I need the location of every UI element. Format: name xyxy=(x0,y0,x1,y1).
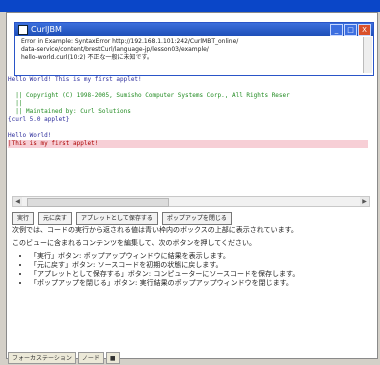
minimize-button[interactable]: _ xyxy=(330,24,343,36)
run-button[interactable]: 実行 xyxy=(12,212,35,225)
instruction-paragraph: 次例では、コードの実行から返される値は青い枠内のボックスの上部に表示されています… xyxy=(12,226,298,234)
list-item: 「元に戻す」ボタン: ソースコードを初期の状態に戻します。 xyxy=(30,261,370,270)
close-button[interactable]: X xyxy=(358,24,371,36)
status-bar: フォーカステーション ノード ■ xyxy=(8,352,120,364)
instructions: 次例では、コードの実行から返される値は青い枠内のボックスの上部に表示されています… xyxy=(12,226,370,288)
restore-button[interactable]: 元に戻す xyxy=(38,212,73,225)
instruction-list: 「実行」ボタン: ポップアップウィンドウに結果を表示します。 「元に戻す」ボタン… xyxy=(12,252,370,288)
popup-line: hello-world.curl(10:2) 不正な一般に未知です。 xyxy=(21,54,153,61)
popup-title: CurlJBM xyxy=(31,25,62,34)
code-line: Hello World! xyxy=(8,132,52,139)
code-comment-line: || Copyright (C) 1998-2005, Sumisho Comp… xyxy=(8,92,290,99)
window-titlebar xyxy=(0,0,380,12)
code-editor[interactable]: Hello World! This is my first applet! ||… xyxy=(8,76,368,194)
status-tab-extra[interactable]: ■ xyxy=(105,352,120,364)
popup-titlebar[interactable]: CurlJBM _ □ X xyxy=(15,23,373,36)
close-popup-button[interactable]: ポップアップを閉じる xyxy=(161,212,232,225)
highlighted-code-line: |This is my first applet! xyxy=(8,140,368,148)
code-line: {curl 5.0 applet} xyxy=(8,116,70,123)
result-popup: CurlJBM _ □ X Error in Example: SyntaxEr… xyxy=(14,22,374,76)
instruction-paragraph: このビューに含まれるコンテンツを編集して、次のボタンを押してください。 xyxy=(12,239,257,247)
code-comment-line: || xyxy=(8,100,23,107)
editor-toolbar: 実行 元に戻す アプレットとして保存する ポップアップを閉じる xyxy=(12,212,232,225)
popup-line: Error in Example: SyntaxError http://192… xyxy=(21,38,239,45)
app-icon xyxy=(18,24,28,35)
status-tab-node[interactable]: ノード xyxy=(77,352,104,364)
scroll-left-icon[interactable]: ◀ xyxy=(13,197,22,206)
list-item: 「ポップアップを閉じる」ボタン: 実行結果のポップアップウィンドウを閉じます。 xyxy=(30,279,370,288)
scroll-thumb[interactable] xyxy=(27,198,169,207)
list-item: 「アプレットとして保存する」ボタン: コンピューターにソースコードを保存します。 xyxy=(30,270,370,279)
maximize-button[interactable]: □ xyxy=(344,24,357,36)
popup-line: data-service/content/brestCurl/language-… xyxy=(21,46,209,53)
popup-scrollbar[interactable] xyxy=(363,37,372,73)
horizontal-scrollbar[interactable]: ◀ ▶ xyxy=(12,196,370,207)
status-tab-focus[interactable]: フォーカステーション xyxy=(8,352,76,364)
list-item: 「実行」ボタン: ポップアップウィンドウに結果を表示します。 xyxy=(30,252,370,261)
code-comment-line: || Maintained by: Curl Solutions xyxy=(8,108,131,115)
scroll-right-icon[interactable]: ▶ xyxy=(360,197,369,206)
code-line: Hello World! This is my first applet! xyxy=(8,76,142,83)
save-applet-button[interactable]: アプレットとして保存する xyxy=(76,212,158,225)
popup-message: Error in Example: SyntaxError http://192… xyxy=(15,36,373,62)
